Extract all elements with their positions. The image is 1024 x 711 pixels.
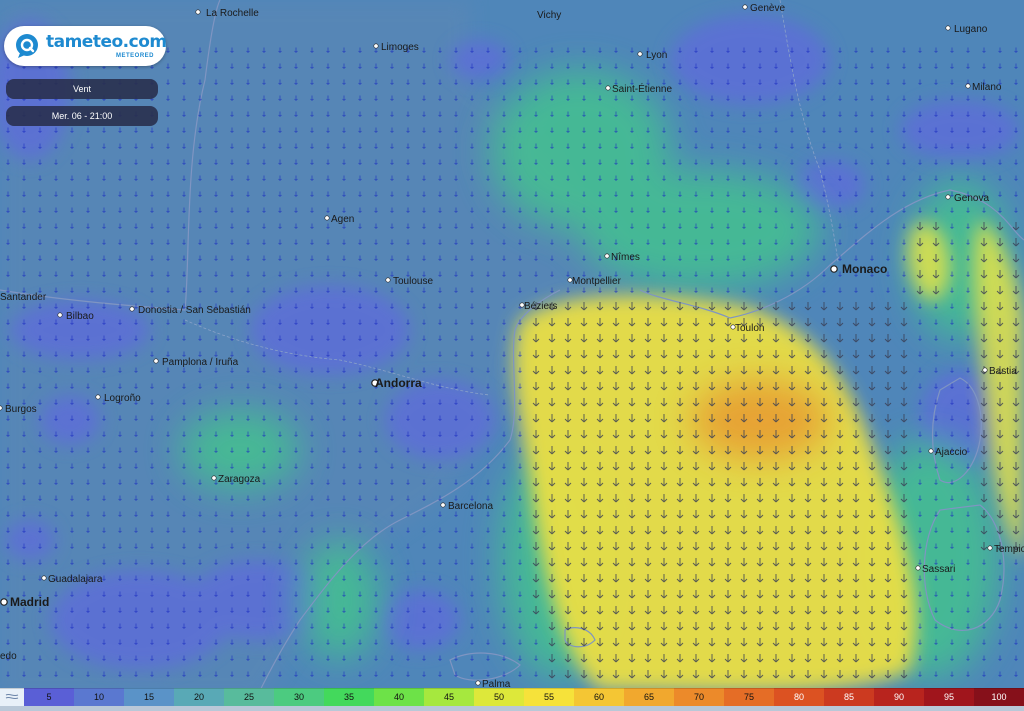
city-label[interactable]: Montpellier [572,276,622,287]
city-marker [373,43,379,49]
legend-swatch: 50 [474,688,524,706]
city-label[interactable]: Limoges [381,42,419,53]
brand-logo[interactable]: tameteo.com METEORED [4,26,167,66]
layer-selector[interactable]: Vent [6,79,158,99]
legend-swatch: 35 [324,688,374,706]
city-label[interactable]: Agen [331,214,354,225]
legend-swatch: 100 [974,688,1024,706]
city-label[interactable]: Barcelona [448,501,493,512]
legend-swatch: 10 [74,688,124,706]
legend-swatch: 60 [574,688,624,706]
legend-swatch: 40 [374,688,424,706]
city-marker [195,9,201,15]
city-marker [830,265,838,273]
city-marker [440,502,446,508]
city-label[interactable]: edo [0,651,17,662]
city-marker [0,405,3,411]
city-label[interactable]: Bastia [989,366,1017,377]
city-marker [604,253,610,259]
city-label[interactable]: Lyon [646,50,667,61]
city-marker [915,565,921,571]
city-marker [605,85,611,91]
city-label[interactable]: Burgos [5,404,37,415]
city-marker [475,680,481,686]
brand-sub: METEORED [115,53,154,59]
city-label[interactable]: Logroño [104,393,141,404]
city-marker [41,575,47,581]
legend-swatch: 55 [524,688,574,706]
legend-swatch: 65 [624,688,674,706]
city-marker [945,194,951,200]
city-marker [0,598,8,606]
city-marker [324,215,330,221]
city-label[interactable]: Donostia / San Sebastián [138,305,251,316]
time-selector[interactable]: Mer. 06 - 21:00 [6,106,158,126]
legend-info-cell[interactable] [0,688,24,706]
city-label[interactable]: Santander [0,292,47,303]
city-label[interactable]: Tempio [994,544,1024,555]
legend-swatch: 45 [424,688,474,706]
city-label[interactable]: Genève [750,3,785,14]
wind-info-icon [5,693,19,700]
city-label[interactable]: Saint-Étienne [612,82,672,95]
wind-speed-legend: 5 10 15 20 25 30 35 40 45 50 55 60 65 70 75 80 85 90 95 100 [0,688,1024,706]
legend-swatch: 75 [724,688,774,706]
legend-swatch: 30 [274,688,324,706]
legend-swatch: 85 [824,688,874,706]
city-label[interactable]: Monaco [842,262,887,276]
city-marker [129,306,135,312]
city-marker [385,277,391,283]
city-marker [987,545,993,551]
city-marker [982,367,988,373]
legend-swatch: 25 [224,688,274,706]
city-label[interactable]: Bilbao [66,311,94,322]
city-marker [742,4,748,10]
legend-swatch: 70 [674,688,724,706]
city-label[interactable]: Béziers [524,301,557,312]
legend-swatch: 15 [124,688,174,706]
city-label[interactable]: Pamplona / Iruña [162,357,239,368]
legend-swatch: 95 [924,688,974,706]
city-label[interactable]: Madrid [10,595,49,609]
legend-swatch: 90 [874,688,924,706]
city-label[interactable]: Vichy [537,10,561,21]
city-label[interactable]: Toulon [735,323,764,334]
speech-bubble-logo-icon [16,34,38,58]
bottom-strip [0,706,1024,711]
legend-swatch: 5 [24,688,74,706]
legend-swatch: 20 [174,688,224,706]
city-marker [928,448,934,454]
city-marker [95,394,101,400]
city-label[interactable]: Guadalajara [48,574,103,585]
city-marker [211,475,217,481]
city-marker [945,25,951,31]
city-label[interactable]: La Rochelle [206,8,259,19]
city-label[interactable]: Ajaccio [935,447,968,458]
city-label[interactable]: Zaragoza [218,474,261,485]
city-label[interactable]: Toulouse [393,276,433,287]
city-label[interactable]: Nîmes [611,252,640,263]
city-marker [965,83,971,89]
legend-swatch: 80 [774,688,824,706]
city-label[interactable]: Sassari [922,564,955,575]
city-marker [57,312,63,318]
brand-name: tameteo.com [46,32,167,52]
city-marker [153,358,159,364]
city-label[interactable]: Milano [972,82,1002,93]
city-label[interactable]: Lugano [954,24,988,35]
city-label[interactable]: Genova [954,193,989,204]
city-marker [637,51,643,57]
city-label[interactable]: Andorra [375,376,422,390]
